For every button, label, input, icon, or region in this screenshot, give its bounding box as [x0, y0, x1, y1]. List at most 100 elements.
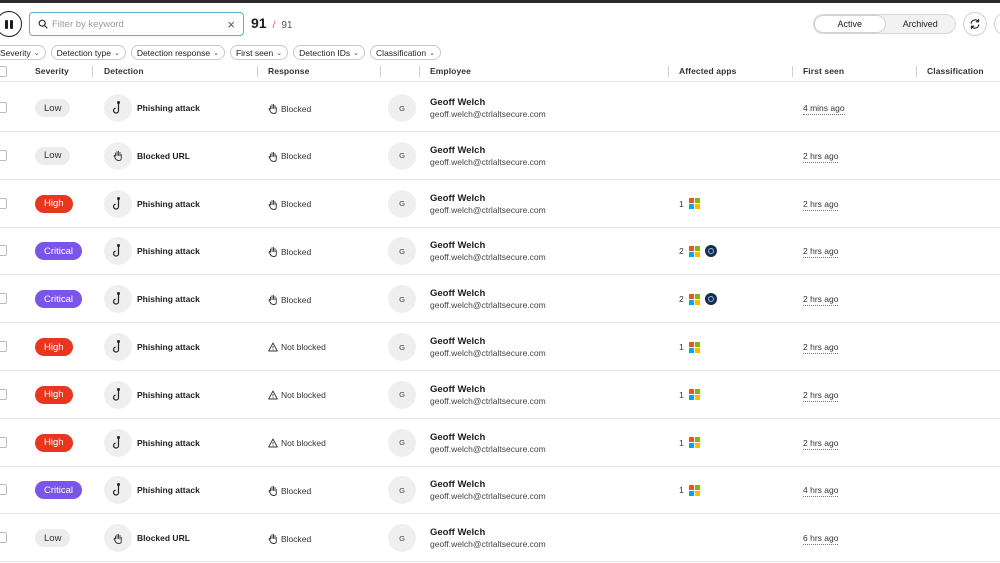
column-detection[interactable]: Detection [104, 66, 144, 76]
filter-label: Detection IDs [299, 47, 351, 58]
avatar: G [388, 285, 416, 314]
employee-name[interactable]: Geoff Welch [430, 527, 485, 538]
row-checkbox[interactable] [0, 102, 7, 113]
hand-icon [268, 533, 278, 545]
detection-label[interactable]: Blocked URL [137, 151, 190, 161]
count-separator: / [272, 20, 276, 31]
detection-label[interactable]: Phishing attack [137, 438, 200, 448]
employee-name[interactable]: Geoff Welch [430, 193, 485, 204]
select-all-checkbox[interactable] [0, 66, 7, 77]
detection-label[interactable]: Blocked URL [137, 533, 190, 543]
column-severity[interactable]: Severity [35, 66, 69, 76]
response-label: Blocked [281, 294, 312, 305]
row-checkbox[interactable] [0, 197, 7, 209]
table-row[interactable]: High Phishing attack Not blocked G Geoff… [0, 419, 1000, 467]
row-checkbox[interactable] [0, 341, 7, 352]
avatar: G [388, 237, 416, 266]
employee-name[interactable]: Geoff Welch [430, 97, 485, 108]
hand-icon [268, 294, 278, 306]
filter-detection-ids[interactable]: Detection IDs ⌄ [293, 45, 366, 60]
first-seen[interactable]: 2 hrs ago [803, 199, 839, 211]
table-row[interactable]: Critical Phishing attack Blocked G Geoff… [0, 227, 1000, 276]
refresh-button[interactable] [963, 12, 987, 36]
first-seen[interactable]: 2 hrs ago [803, 246, 839, 259]
more-button[interactable] [994, 12, 1000, 36]
table-row[interactable]: Low Blocked URL Blocked G Geoff Welch ge… [0, 514, 1000, 563]
detection-label[interactable]: Phishing attack [137, 390, 200, 400]
clear-search-icon[interactable]: × [227, 18, 235, 31]
employee-name[interactable]: Geoff Welch [430, 384, 485, 395]
response-status: Blocked [268, 533, 311, 545]
apps-count: 1 [679, 485, 684, 496]
first-seen[interactable]: 4 mins ago [803, 103, 845, 115]
severity-badge: High [35, 433, 73, 452]
response-status: Not blocked [268, 390, 326, 400]
employee-email: geoff.welch@ctrlaltsecure.com [430, 491, 546, 502]
first-seen[interactable]: 2 hrs ago [803, 342, 839, 354]
search-box[interactable]: × [29, 12, 244, 36]
employee-name[interactable]: Geoff Welch [430, 336, 485, 347]
first-seen[interactable]: 2 hrs ago [803, 151, 839, 163]
column-employee[interactable]: Employee [430, 66, 471, 76]
first-seen[interactable]: 2 hrs ago [803, 438, 839, 450]
pause-button[interactable] [0, 11, 22, 37]
detection-label[interactable]: Phishing attack [137, 485, 200, 495]
filter-detection-type[interactable]: Detection type ⌄ [50, 45, 126, 60]
detection-label[interactable]: Phishing attack [137, 199, 200, 209]
avatar: G [388, 333, 416, 361]
row-checkbox[interactable] [0, 149, 7, 161]
column-response[interactable]: Response [268, 66, 309, 76]
table-row[interactable]: High Phishing attack Not blocked G Geoff… [0, 323, 1000, 371]
employee-name[interactable]: Geoff Welch [430, 432, 485, 443]
apps-count: 1 [679, 198, 684, 209]
tab-archived[interactable]: Archived [886, 15, 956, 33]
avatar: G [388, 380, 416, 409]
table-row[interactable]: Critical Phishing attack Blocked G Geoff… [0, 275, 1000, 324]
column-classification[interactable]: Classification [927, 66, 984, 76]
row-checkbox[interactable] [0, 388, 7, 400]
filter-first-seen[interactable]: First seen ⌄ [229, 45, 289, 60]
first-seen[interactable]: 2 hrs ago [803, 294, 839, 307]
table-row[interactable]: Low Blocked URL Blocked G Geoff Welch ge… [0, 132, 1000, 180]
detection-label[interactable]: Phishing attack [137, 103, 200, 113]
employee-name[interactable]: Geoff Welch [430, 288, 485, 299]
column-divider [419, 66, 420, 77]
detection-label[interactable]: Phishing attack [137, 294, 200, 304]
active-archived-toggle[interactable]: Active Archived [813, 14, 956, 34]
tab-active[interactable]: Active [814, 15, 886, 33]
chevron-down-icon: ⌄ [33, 49, 40, 57]
detection-label[interactable]: Phishing attack [137, 342, 200, 352]
filter-bar: Severity ⌄ Detection type ⌄ Detection resp… [0, 45, 441, 60]
employee-name[interactable]: Geoff Welch [430, 479, 485, 490]
first-seen[interactable]: 4 hrs ago [803, 485, 839, 498]
row-checkbox[interactable] [0, 245, 7, 257]
affected-apps: 1 [679, 482, 700, 498]
table-row[interactable]: High Phishing attack Not blocked G Geoff… [0, 371, 1000, 419]
apps-count: 1 [679, 437, 684, 448]
employee-name[interactable]: Geoff Welch [430, 240, 485, 251]
employee-name[interactable]: Geoff Welch [430, 145, 485, 156]
row-checkbox[interactable] [0, 293, 7, 305]
avatar: G [388, 94, 416, 122]
column-first-seen[interactable]: First seen [803, 66, 844, 76]
detection-label[interactable]: Phishing attack [137, 246, 200, 256]
row-checkbox[interactable] [0, 484, 7, 496]
search-input[interactable] [52, 18, 228, 30]
filter-label: Detection type [56, 47, 111, 58]
column-affected-apps[interactable]: Affected apps [679, 66, 737, 76]
response-status: Not blocked [268, 342, 326, 352]
filter-detection-response[interactable]: Detection response ⌄ [130, 45, 225, 60]
hook-icon [104, 428, 132, 457]
top-edge [0, 0, 1000, 3]
filter-classification[interactable]: Classification ⌄ [370, 45, 441, 60]
response-status: Blocked [268, 294, 312, 306]
table-row[interactable]: Low Phishing attack Blocked G Geoff Welc… [0, 84, 1000, 132]
first-seen[interactable]: 6 hrs ago [803, 533, 839, 546]
table-row[interactable]: High Phishing attack Blocked G Geoff Wel… [0, 180, 1000, 228]
filter-severity[interactable]: Severity ⌄ [0, 45, 46, 60]
table-row[interactable]: Critical Phishing attack Blocked G Geoff… [0, 466, 1000, 515]
first-seen[interactable]: 2 hrs ago [803, 390, 839, 402]
row-checkbox[interactable] [0, 436, 7, 448]
row-checkbox[interactable] [0, 532, 7, 544]
affected-apps: 2 [679, 291, 717, 307]
